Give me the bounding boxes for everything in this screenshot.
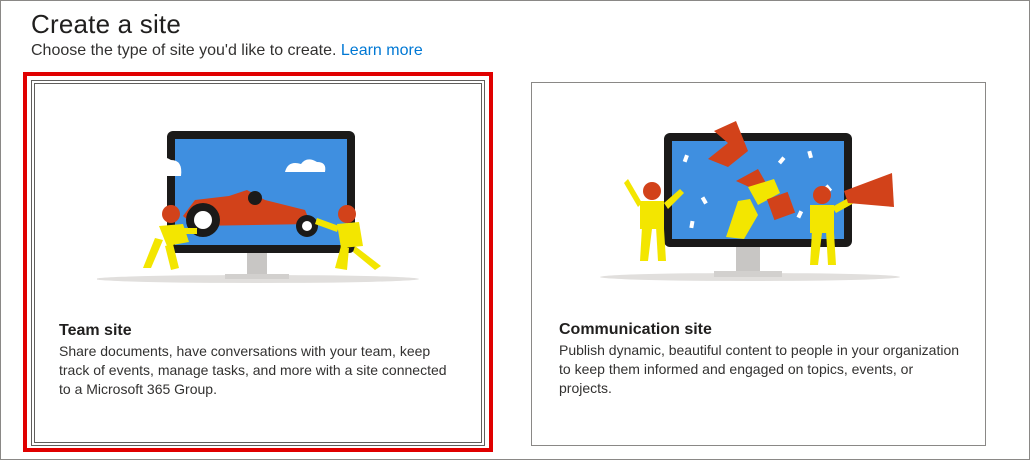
card-description-team-site: Share documents, have conversations with… <box>59 343 447 397</box>
card-title-team-site: Team site <box>59 322 132 339</box>
learn-more-link[interactable]: Learn more <box>341 42 423 59</box>
communication-site-card[interactable]: Communication site Publish dynamic, beau… <box>531 82 986 446</box>
card-title-communication-site: Communication site <box>559 321 712 338</box>
subtitle-text: Choose the type of site you'd like to cr… <box>31 42 337 59</box>
page-title: Create a site <box>31 9 182 39</box>
team-site-card[interactable]: Team site Share documents, have conversa… <box>31 80 485 446</box>
communication-site-illustration <box>600 121 900 281</box>
page-subtitle: Choose the type of site you'd like to cr… <box>31 42 423 60</box>
team-site-illustration <box>97 131 419 283</box>
card-description-communication-site: Publish dynamic, beautiful content to pe… <box>559 342 960 396</box>
